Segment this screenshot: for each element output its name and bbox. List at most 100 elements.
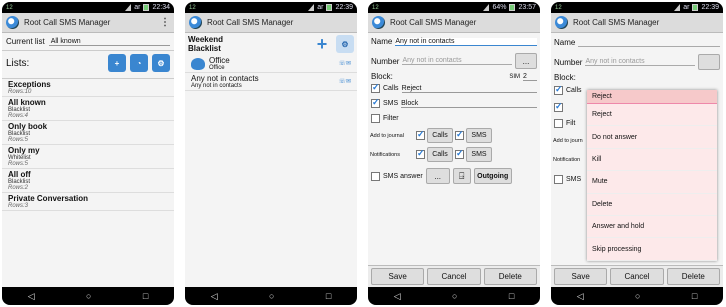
list-item[interactable]: Private Conversation Rows:3	[2, 193, 174, 211]
back-icon[interactable]: ◁	[28, 291, 35, 302]
pick-contact-button[interactable]: ...	[515, 53, 537, 69]
settings-gear-icon[interactable]: ⚙	[336, 35, 354, 53]
save-button[interactable]: Save	[371, 268, 425, 285]
list-type-heading: Blacklist	[188, 44, 221, 53]
app-logo-icon	[189, 16, 202, 29]
list-item[interactable]: All known Blacklist Rows:4	[2, 97, 174, 121]
sms-action-select[interactable]: Block	[401, 100, 537, 108]
nav-bar: ◁ ○ □	[2, 287, 174, 305]
sms-answer-checkbox[interactable]	[371, 171, 380, 181]
menu-item-do-not-answer[interactable]: Do not answer	[587, 126, 717, 149]
home-icon[interactable]: ○	[635, 291, 640, 301]
pick-contact-button[interactable]	[698, 54, 720, 70]
cancel-button[interactable]: Cancel	[610, 268, 664, 285]
sms-checkbox[interactable]	[371, 97, 380, 108]
overflow-menu-icon[interactable]: ⋮	[160, 17, 170, 28]
sim-label: SIM	[509, 73, 520, 80]
schedule-icon[interactable]: ◔	[130, 54, 148, 72]
notif-calls-button[interactable]: Calls	[427, 147, 453, 162]
notifications-label: Notification	[553, 157, 581, 163]
recents-icon[interactable]: □	[692, 291, 697, 301]
home-icon[interactable]: ○	[86, 291, 91, 301]
filter-checkbox[interactable]	[554, 119, 563, 128]
name-label: Name	[554, 37, 576, 47]
phone-screen-action-menu: 12 ar 22:39 Root Call SMS Manager Name N…	[551, 2, 723, 305]
delete-button[interactable]: Delete	[483, 268, 537, 285]
name-input[interactable]	[578, 37, 720, 47]
list-item[interactable]: Exceptions Rows:10	[2, 79, 174, 97]
list-item[interactable]: Only my Whitelist Rows:5	[2, 145, 174, 169]
delete-button[interactable]: Delete	[666, 268, 720, 285]
menu-item-reject[interactable]: Reject	[587, 104, 717, 127]
calls-checkbox[interactable]	[371, 82, 380, 93]
list-item[interactable]: Only book Blacklist Rows:5	[2, 121, 174, 145]
cancel-button[interactable]: Cancel	[427, 268, 481, 285]
menu-item-answer-and-hold[interactable]: Answer and hold	[587, 215, 717, 239]
sms-checkbox[interactable]	[554, 101, 563, 112]
menu-item-mute[interactable]: Mute	[587, 171, 717, 194]
app-logo-icon	[555, 16, 568, 29]
battery-icon	[326, 4, 333, 11]
dropdown-selected-value[interactable]: Reject	[587, 90, 717, 104]
outgoing-button[interactable]: Outgoing	[473, 168, 512, 184]
lists-label: Lists:	[6, 57, 30, 69]
add-list-button[interactable]: +	[108, 54, 126, 72]
number-input[interactable]: Any not in contacts	[585, 58, 695, 66]
journal-calls-checkbox[interactable]	[416, 129, 425, 140]
calls-action-select[interactable]: Reject	[401, 85, 537, 93]
signal-icon	[308, 4, 315, 11]
home-icon[interactable]: ○	[452, 291, 457, 301]
clock: 22:39	[335, 4, 353, 11]
notif-sms-button[interactable]: SMS	[466, 147, 492, 162]
profiles-icon[interactable]: ⚙	[152, 54, 170, 72]
filter-checkbox[interactable]	[371, 114, 380, 123]
group-icon	[191, 57, 205, 70]
recents-icon[interactable]: □	[143, 291, 148, 301]
back-icon[interactable]: ◁	[211, 291, 218, 302]
back-icon[interactable]: ◁	[577, 291, 584, 302]
add-rule-button[interactable]: +	[313, 34, 331, 54]
notification-count: 12	[189, 4, 196, 11]
menu-item-delete[interactable]: Delete	[587, 193, 717, 216]
exit-door-icon[interactable]: ⍈	[452, 168, 471, 184]
list-item[interactable]: Office Office ☏✉	[185, 55, 357, 73]
notification-count: 12	[372, 4, 379, 11]
notification-count: 12	[555, 4, 562, 11]
journal-sms-button[interactable]: SMS	[466, 128, 492, 143]
call-sms-icon: ☏✉	[338, 79, 351, 85]
action-bar: Root Call SMS Manager ⋮	[2, 13, 174, 33]
save-button[interactable]: Save	[554, 268, 608, 285]
sim-select[interactable]: 2	[523, 73, 537, 81]
current-list-select[interactable]: All known	[48, 38, 170, 46]
home-icon[interactable]: ○	[269, 291, 274, 301]
journal-sms-checkbox[interactable]	[455, 129, 464, 140]
journal-calls-button[interactable]: Calls	[427, 128, 453, 143]
list-item[interactable]: All off Blacklist Rows:2	[2, 169, 174, 193]
phone-screen-list-detail: 12 ar 22:39 Root Call SMS Manager Weeken…	[185, 2, 357, 305]
sms-answer-checkbox[interactable]	[554, 175, 563, 184]
app-title: Root Call SMS Manager	[207, 18, 294, 27]
number-input[interactable]: Any not in contacts	[402, 57, 512, 65]
filter-label: Filt	[566, 120, 576, 127]
current-list-label: Current list	[6, 37, 45, 46]
rule-title: Office	[209, 56, 230, 65]
carrier-label: ar	[683, 4, 690, 11]
rule-title: Any not in contacts	[191, 74, 259, 83]
status-bar: 12 ar 22:39	[185, 2, 357, 13]
back-icon[interactable]: ◁	[394, 291, 401, 302]
notif-sms-checkbox[interactable]	[455, 148, 464, 159]
recents-icon[interactable]: □	[509, 291, 514, 301]
menu-item-skip-processing[interactable]: Skip processing	[587, 238, 717, 261]
list-item[interactable]: Any not in contacts Any not in contacts …	[185, 73, 357, 91]
notif-calls-checkbox[interactable]	[416, 148, 425, 159]
recents-icon[interactable]: □	[326, 291, 331, 301]
sms-answer-text-button[interactable]: ...	[425, 168, 450, 184]
call-sms-icon: ☏✉	[338, 61, 351, 67]
menu-item-kill[interactable]: Kill	[587, 148, 717, 172]
calls-checkbox[interactable]	[554, 84, 563, 95]
nav-bar: ◁ ○ □	[551, 287, 723, 305]
signal-icon	[674, 4, 681, 11]
action-bar: Root Call SMS Manager	[368, 13, 540, 33]
filter-label: Filter	[383, 115, 399, 122]
name-input[interactable]: Any not in contacts	[395, 37, 537, 46]
